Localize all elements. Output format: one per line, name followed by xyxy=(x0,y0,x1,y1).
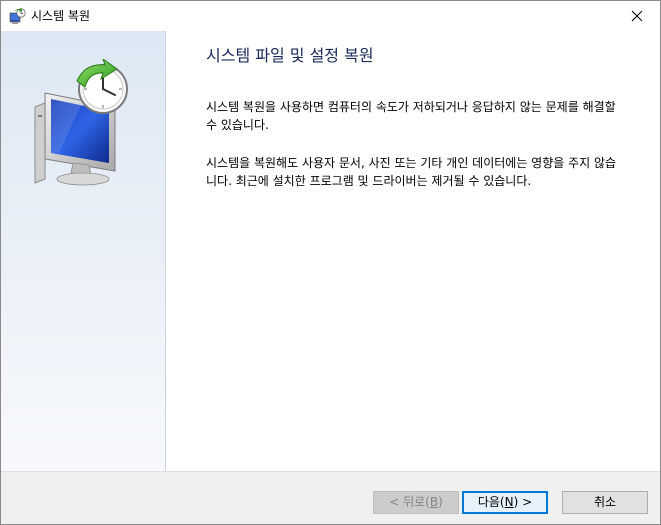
page-title: 시스템 파일 및 설정 복원 xyxy=(206,46,374,65)
content-area: 시스템 파일 및 설정 복원 시스템 복원을 사용하면 컴퓨터의 속도가 저하되… xyxy=(166,31,660,471)
close-icon xyxy=(631,7,643,26)
description-paragraph-2: 시스템을 복원해도 사용자 문서, 사진 또는 기타 개인 데이터에는 영향을 … xyxy=(206,156,617,188)
cancel-button[interactable]: 취소 xyxy=(562,491,648,514)
description-paragraph-1: 시스템 복원을 사용하면 컴퓨터의 속도가 저하되거나 응답하지 않는 문제를 … xyxy=(206,100,616,132)
window-title: 시스템 복원 xyxy=(31,9,91,23)
back-button[interactable]: < 뒤로(B) xyxy=(373,491,459,514)
back-label-prefix: < 뒤로( xyxy=(389,495,430,509)
next-label-suffix: ) > xyxy=(513,495,533,509)
button-bar: < 뒤로(B) 다음(N) > 취소 xyxy=(1,471,660,524)
side-panel xyxy=(1,31,166,471)
system-restore-icon xyxy=(9,7,26,25)
next-button[interactable]: 다음(N) > xyxy=(462,491,548,514)
back-accelerator: B xyxy=(429,495,439,509)
next-label-prefix: 다음( xyxy=(477,495,505,509)
back-label-suffix: ) xyxy=(438,495,443,509)
close-button[interactable] xyxy=(614,1,660,31)
system-restore-window: 시스템 복원 시스템 파일 및 설정 복원 시스템 복원을 사용하면 컴퓨터의 … xyxy=(0,0,661,525)
next-accelerator: N xyxy=(504,495,514,509)
monitor-clock-restore-icon xyxy=(29,57,139,191)
title-bar[interactable]: 시스템 복원 xyxy=(1,1,660,31)
